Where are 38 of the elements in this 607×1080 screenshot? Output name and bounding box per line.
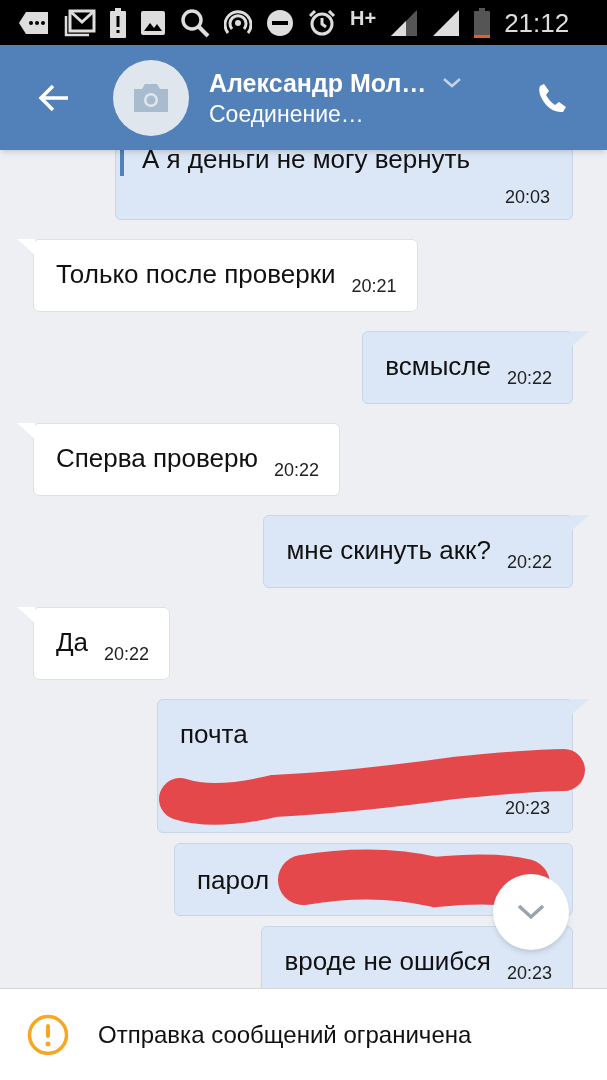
back-arrow-icon	[38, 83, 70, 112]
message-text: Сперва проверю	[56, 442, 258, 475]
message-time: 20:23	[504, 797, 550, 820]
message-time: 20:03	[504, 186, 550, 209]
quoted-text: А я деньги не могу вернуть	[142, 150, 470, 176]
message-text: всмысле	[385, 350, 491, 383]
message-time: 20:21	[351, 275, 397, 298]
message-time: 20:22	[506, 367, 552, 390]
battery-alert-icon	[110, 7, 126, 38]
message-time: 20:22	[273, 459, 319, 482]
image-icon	[140, 9, 166, 36]
search-icon	[180, 7, 210, 38]
signal-icon	[432, 8, 461, 37]
contact-name[interactable]: Александр Мол…	[209, 66, 427, 99]
message-text: Да	[56, 626, 89, 659]
battery-icon	[474, 7, 491, 38]
connection-status: Соединение…	[209, 99, 365, 129]
chevron-down-icon[interactable]	[442, 76, 463, 89]
message-time: 20:23	[506, 962, 552, 985]
mail-icon	[64, 8, 96, 37]
chevron-down-icon	[516, 903, 546, 921]
signal-icon	[390, 8, 419, 37]
warning-icon	[27, 1013, 69, 1056]
message-text: почта	[180, 718, 249, 750]
message-text: мне скинуть акк?	[286, 534, 491, 567]
network-type: H+	[350, 7, 377, 28]
do-not-disturb-icon	[266, 8, 294, 37]
camera-icon	[132, 82, 170, 113]
message-time: 20:22	[104, 643, 150, 666]
notification-icon	[18, 9, 50, 36]
phone-icon[interactable]	[537, 81, 567, 114]
message-text: Только после проверки	[56, 258, 336, 291]
alarm-icon	[308, 8, 336, 37]
message-text: парол	[197, 863, 270, 896]
message-text: вроде не ошибся	[284, 945, 491, 978]
clock: 21:12	[504, 9, 570, 36]
restriction-notice: Отправка сообщений ограничена	[98, 1019, 472, 1050]
message-time: 20:22	[506, 551, 552, 574]
